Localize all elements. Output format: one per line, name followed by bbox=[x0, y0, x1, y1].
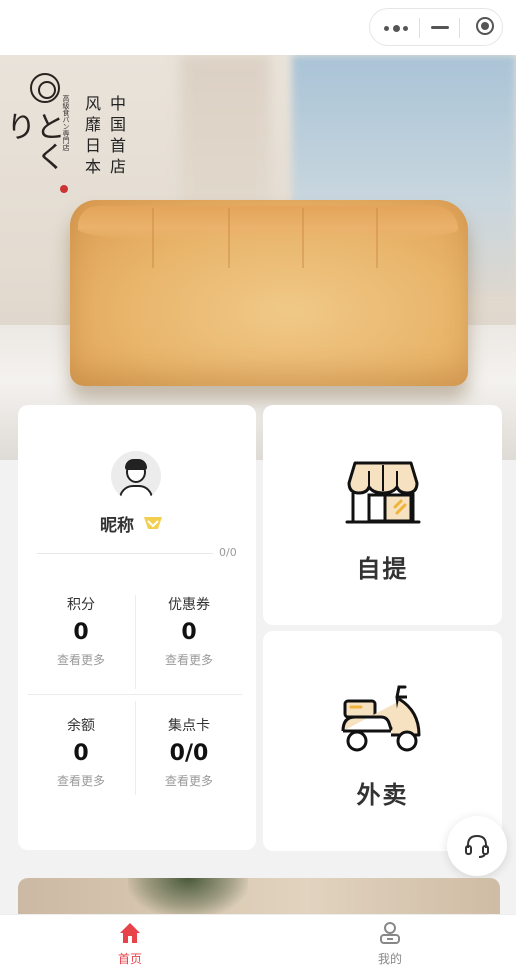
slogan-line-2: 风靡日本 bbox=[82, 95, 101, 179]
stat-value: 0 bbox=[73, 620, 89, 645]
level-progress-text: 0/0 bbox=[219, 546, 237, 559]
bread-loaf-image bbox=[70, 200, 468, 386]
view-more-link[interactable]: 查看更多 bbox=[135, 772, 243, 790]
home-icon bbox=[120, 923, 140, 943]
pickup-button[interactable]: 自提 bbox=[263, 405, 502, 625]
tab-home-label: 首页 bbox=[117, 952, 142, 966]
divider bbox=[28, 694, 242, 695]
headset-icon bbox=[465, 834, 489, 858]
flower-image bbox=[128, 878, 248, 918]
hero-banner[interactable]: 高級食パン専門店 とくり 中国首店 风靡日本 bbox=[0, 55, 516, 460]
tab-bar: 首页 我的 bbox=[0, 914, 516, 975]
brand-logo-text: とくり bbox=[0, 111, 65, 171]
tab-mine-label: 我的 bbox=[377, 952, 402, 966]
avatar[interactable] bbox=[111, 451, 161, 501]
nickname[interactable]: 昵称 bbox=[100, 511, 134, 536]
coupons-stat[interactable]: 优惠券 0 查看更多 bbox=[135, 595, 243, 669]
brand-seal-icon bbox=[60, 185, 68, 193]
member-card: 昵称 0/0 积分 0 查看更多 优惠券 0 查看更多 余额 0 查看更多 集点… bbox=[18, 405, 256, 850]
pickup-label: 自提 bbox=[356, 555, 409, 583]
stamp-card-stat[interactable]: 集点卡 0/0 查看更多 bbox=[135, 716, 243, 790]
stat-label: 余额 bbox=[67, 718, 95, 734]
capsule-divider bbox=[419, 18, 420, 38]
capsule-divider bbox=[459, 18, 460, 38]
more-dots-icon[interactable] bbox=[384, 25, 410, 32]
target-icon[interactable] bbox=[476, 17, 494, 35]
slogan-line-1: 中国首店 bbox=[107, 95, 126, 179]
stat-value: 0 bbox=[73, 741, 89, 766]
view-more-link[interactable]: 查看更多 bbox=[27, 651, 135, 669]
stat-label: 集点卡 bbox=[168, 718, 210, 734]
view-more-link[interactable]: 查看更多 bbox=[27, 772, 135, 790]
level-progress-bar bbox=[37, 553, 213, 554]
top-bar bbox=[0, 0, 516, 55]
view-more-link[interactable]: 查看更多 bbox=[135, 651, 243, 669]
minus-icon[interactable] bbox=[431, 26, 449, 29]
delivery-label: 外卖 bbox=[356, 781, 409, 809]
tab-mine[interactable]: 我的 bbox=[360, 921, 420, 967]
balance-stat[interactable]: 余额 0 查看更多 bbox=[27, 716, 135, 790]
stat-value: 0 bbox=[181, 620, 197, 645]
vip-badge-icon bbox=[144, 517, 162, 529]
points-stat[interactable]: 积分 0 查看更多 bbox=[27, 595, 135, 669]
mini-program-capsule bbox=[369, 8, 503, 46]
brand-crest-icon bbox=[30, 73, 60, 103]
storefront-icon bbox=[345, 461, 421, 524]
tab-home[interactable]: 首页 bbox=[100, 921, 160, 967]
stat-label: 优惠券 bbox=[168, 597, 210, 613]
stat-value: 0/0 bbox=[169, 741, 209, 766]
delivery-scooter-icon bbox=[341, 685, 421, 752]
stat-label: 积分 bbox=[67, 597, 95, 613]
customer-service-button[interactable] bbox=[447, 816, 507, 876]
user-icon bbox=[380, 922, 400, 944]
